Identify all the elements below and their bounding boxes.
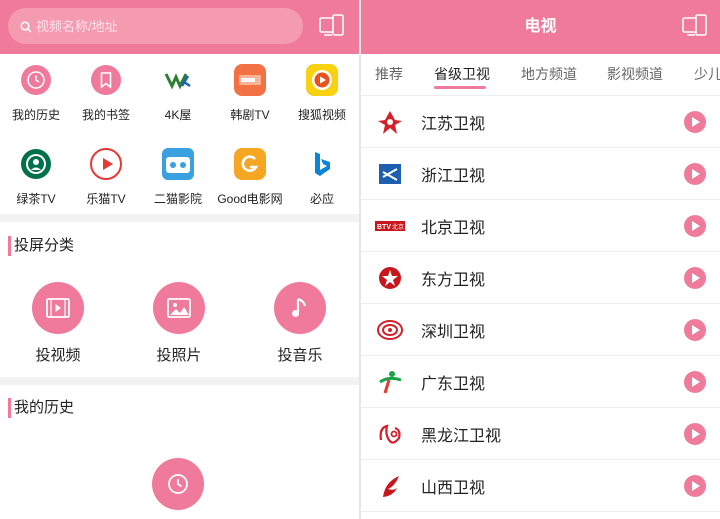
starbucks-logo-icon <box>20 148 52 180</box>
app-label: 必应 <box>309 192 334 206</box>
svg-text:北京: 北京 <box>392 223 404 231</box>
bing-logo-icon <box>306 148 338 180</box>
svg-text:BTV: BTV <box>377 224 391 231</box>
shanxi-tv-logo-icon <box>375 472 405 500</box>
search-bar[interactable] <box>8 8 303 44</box>
app-item-lvcha[interactable]: 绿茶TV <box>0 140 72 218</box>
cast-video-button[interactable]: 投视频 <box>8 282 108 382</box>
zhejiang-tv-logo-icon <box>375 160 405 188</box>
shenzhen-tv-logo-icon <box>375 316 405 344</box>
cast-music-button[interactable]: 投音乐 <box>250 282 350 382</box>
dragon-tv-logo-icon <box>375 264 405 292</box>
play-icon[interactable] <box>684 215 706 237</box>
ermao-logo-icon <box>162 148 194 180</box>
channel-row[interactable]: 黑龙江卫视 <box>361 408 720 460</box>
app-item-4k[interactable]: 4K屋 <box>142 56 214 134</box>
cast-photo-button[interactable]: 投照片 <box>129 282 229 382</box>
play-circle-logo-icon <box>90 148 122 180</box>
app-item-ermao[interactable]: 二猫影院 <box>142 140 214 218</box>
page-title: 电视 <box>524 18 557 35</box>
channel-name: 江苏卫视 <box>421 116 486 133</box>
app-item-hanju[interactable]: 韩剧TV <box>214 56 286 134</box>
active-tab-indicator <box>434 86 486 89</box>
app-item-lemao[interactable]: 乐猫TV <box>70 140 142 218</box>
app-item-sohu[interactable]: 搜狐视频 <box>286 56 358 134</box>
channel-row[interactable]: 广东卫视 <box>361 356 720 408</box>
channel-row[interactable]: 山西卫视 <box>361 460 720 512</box>
cast-screen-icon[interactable] <box>318 12 346 40</box>
history-icon <box>20 64 52 96</box>
channel-row[interactable]: 东方卫视 <box>361 252 720 304</box>
history-icon[interactable] <box>152 458 204 510</box>
cast-screen-icon[interactable] <box>681 12 709 40</box>
play-icon[interactable] <box>684 371 706 393</box>
cast-music-label: 投音乐 <box>277 347 323 364</box>
top-bar: 电视 <box>361 0 720 54</box>
bookmark-icon <box>90 64 122 96</box>
category-tabs: 推荐 省级卫视 地方频道 影视频道 少儿 <box>361 54 720 96</box>
channel-row[interactable]: 浙江卫视 <box>361 148 720 200</box>
play-icon[interactable] <box>684 423 706 445</box>
tv-panel: 电视 推荐 省级卫视 地方频道 影视频道 少儿 江苏卫视 浙江卫视 BTV 北京 … <box>361 0 720 519</box>
guangdong-tv-logo-icon <box>375 368 405 396</box>
app-item-history[interactable]: 我的历史 <box>0 56 72 134</box>
play-icon[interactable] <box>684 111 706 133</box>
channel-row[interactable]: BTV 北京 北京卫视 <box>361 200 720 252</box>
app-item-bing[interactable]: 必应 <box>286 140 358 218</box>
app-label: 搜狐视频 <box>297 108 346 122</box>
search-icon <box>20 20 32 38</box>
app-item-good[interactable]: Good电影网 <box>214 140 286 218</box>
hanju-tv-logo-icon <box>234 64 266 96</box>
channel-row[interactable]: 深圳卫视 <box>361 304 720 356</box>
4k-logo-icon <box>162 64 194 96</box>
search-input[interactable] <box>36 8 296 44</box>
play-icon[interactable] <box>684 163 706 185</box>
home-panel: 我的历史 我的书签 4K屋 韩剧TV 搜狐视频 绿茶TV 乐猫TV <box>0 0 359 519</box>
channel-row[interactable]: 江苏卫视 <box>361 96 720 148</box>
history-section-title: 我的历史 <box>8 398 74 418</box>
photo-icon <box>153 282 205 334</box>
cast-photo-label: 投照片 <box>156 347 202 364</box>
tab-local[interactable]: 地方频道 <box>521 64 577 84</box>
jiangsu-tv-logo-icon <box>375 108 405 136</box>
channel-name: 山西卫视 <box>421 480 486 497</box>
tab-provincial[interactable]: 省级卫视 <box>434 64 490 84</box>
channel-name: 深圳卫视 <box>421 324 486 341</box>
play-icon[interactable] <box>684 319 706 341</box>
tab-movie[interactable]: 影视频道 <box>607 64 663 84</box>
btv-logo-icon: BTV 北京 <box>375 212 405 240</box>
top-bar <box>0 0 359 54</box>
heilongjiang-tv-logo-icon <box>375 420 405 448</box>
cast-video-label: 投视频 <box>35 347 81 364</box>
tab-recommend[interactable]: 推荐 <box>375 64 403 84</box>
video-icon <box>32 282 84 334</box>
app-item-bookmark[interactable]: 我的书签 <box>70 56 142 134</box>
channel-name: 北京卫视 <box>421 220 486 237</box>
channel-name: 黑龙江卫视 <box>421 428 502 445</box>
play-icon[interactable] <box>684 475 706 497</box>
channel-name: 东方卫视 <box>421 272 486 289</box>
cast-section-title: 投屏分类 <box>8 236 74 256</box>
channel-name: 浙江卫视 <box>421 168 486 185</box>
channel-name: 广东卫视 <box>421 376 486 393</box>
play-icon[interactable] <box>684 267 706 289</box>
music-icon <box>274 282 326 334</box>
good-g-logo-icon <box>234 148 266 180</box>
sohu-video-logo-icon <box>306 64 338 96</box>
section-divider <box>0 214 359 222</box>
section-divider <box>0 377 359 385</box>
tab-kids[interactable]: 少儿 <box>694 64 720 84</box>
